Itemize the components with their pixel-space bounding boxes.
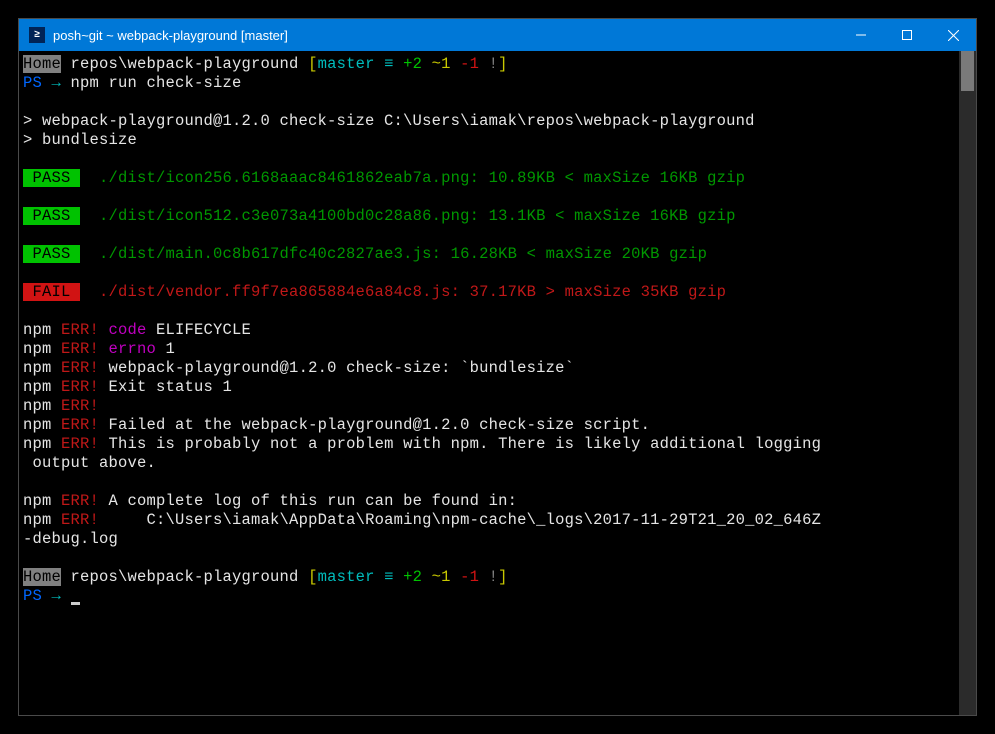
err-script: webpack-playground@1.2.0 check-size: `bu…	[99, 359, 574, 377]
result-text: ./dist/vendor.ff9f7ea865884e6a84c8.js: 3…	[80, 283, 726, 301]
npm-label: npm	[23, 435, 52, 453]
prompt-home: Home	[23, 55, 61, 73]
branch-name: master	[318, 55, 375, 73]
npm-label: npm	[23, 492, 52, 510]
maximize-button[interactable]	[884, 19, 930, 51]
minimize-button[interactable]	[838, 19, 884, 51]
err-label: ERR!	[52, 378, 100, 396]
scrollbar[interactable]	[959, 51, 976, 715]
powershell-icon: ≥	[29, 27, 45, 43]
err-errno-value: 1	[156, 340, 175, 358]
npm-label: npm	[23, 359, 52, 377]
err-probably: This is probably not a problem with npm.…	[99, 435, 821, 453]
ps-prefix: PS	[23, 74, 52, 92]
result-text: ./dist/icon256.6168aaac8461862eab7a.png:…	[80, 169, 745, 187]
branch-equiv: ≡	[375, 568, 404, 586]
close-button[interactable]	[930, 19, 976, 51]
terminal-content[interactable]: Home repos\webpack-playground [master ≡ …	[19, 51, 959, 715]
result-text: ./dist/icon512.c3e073a4100bd0c28a86.png:…	[80, 207, 736, 225]
err-label: ERR!	[52, 511, 100, 529]
prompt-path: repos\webpack-playground	[61, 55, 308, 73]
scrollbar-thumb[interactable]	[961, 51, 974, 91]
err-log-path: C:\Users\iamak\AppData\Roaming\npm-cache…	[99, 511, 821, 529]
branch-bang: !	[489, 568, 499, 586]
branch-close: ]	[498, 568, 508, 586]
result-status: PASS	[23, 169, 80, 187]
npm-label: npm	[23, 397, 52, 415]
branch-deleted: -1	[460, 568, 489, 586]
ps-arrow: →	[52, 74, 71, 92]
err-label: ERR!	[52, 359, 100, 377]
branch-close: ]	[498, 55, 508, 73]
result-status: PASS	[23, 207, 80, 225]
branch-open: [	[308, 568, 318, 586]
titlebar[interactable]: ≥ posh~git ~ webpack-playground [master]	[19, 19, 976, 51]
result-status: FAIL	[23, 283, 80, 301]
branch-bang: !	[489, 55, 499, 73]
branch-equiv: ≡	[375, 55, 404, 73]
branch-name: master	[318, 568, 375, 586]
terminal-window: ≥ posh~git ~ webpack-playground [master]…	[18, 18, 977, 716]
result-status: PASS	[23, 245, 80, 263]
command-text: npm run check-size	[71, 74, 242, 92]
run-header: > webpack-playground@1.2.0 check-size C:…	[23, 112, 755, 130]
branch-deleted: -1	[460, 55, 489, 73]
run-command: > bundlesize	[23, 131, 137, 149]
result-text: ./dist/main.0c8b617dfc40c2827ae3.js: 16.…	[80, 245, 707, 263]
prompt-path: repos\webpack-playground	[61, 568, 308, 586]
err-label: ERR!	[52, 492, 100, 510]
branch-open: [	[308, 55, 318, 73]
branch-modified: ~1	[432, 55, 461, 73]
err-label: ERR!	[52, 397, 100, 415]
npm-label: npm	[23, 340, 52, 358]
window-controls	[838, 19, 976, 51]
ps-arrow: →	[52, 587, 71, 605]
err-log-header: A complete log of this run can be found …	[99, 492, 517, 510]
window-title: posh~git ~ webpack-playground [master]	[53, 28, 838, 43]
cursor	[71, 602, 80, 605]
err-exit: Exit status 1	[99, 378, 232, 396]
branch-modified: ~1	[432, 568, 461, 586]
err-label: ERR!	[52, 416, 100, 434]
err-label: ERR!	[52, 321, 100, 339]
prompt-home: Home	[23, 568, 61, 586]
npm-label: npm	[23, 511, 52, 529]
terminal-body: Home repos\webpack-playground [master ≡ …	[19, 51, 976, 715]
branch-added: +2	[403, 55, 432, 73]
branch-added: +2	[403, 568, 432, 586]
err-errno-label: errno	[99, 340, 156, 358]
npm-label: npm	[23, 321, 52, 339]
err-label: ERR!	[52, 340, 100, 358]
npm-label: npm	[23, 378, 52, 396]
npm-label: npm	[23, 416, 52, 434]
err-log-path-cont: -debug.log	[23, 530, 118, 548]
err-code-value: ELIFECYCLE	[147, 321, 252, 339]
ps-prefix: PS	[23, 587, 52, 605]
err-output: output above.	[23, 454, 156, 472]
err-code-label: code	[99, 321, 147, 339]
err-failed: Failed at the webpack-playground@1.2.0 c…	[99, 416, 650, 434]
err-label: ERR!	[52, 435, 100, 453]
